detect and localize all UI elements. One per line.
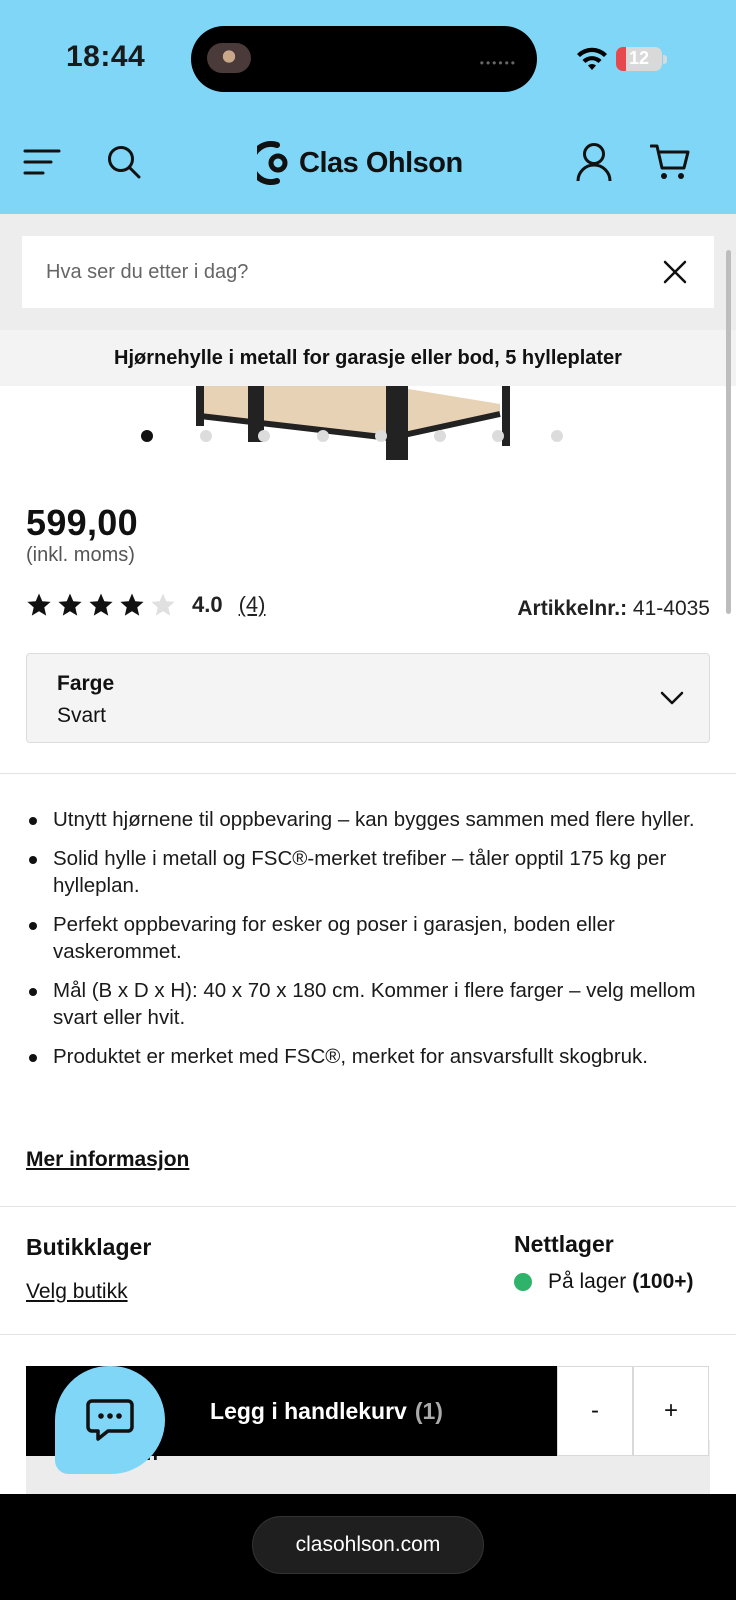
feature-item: Utnytt hjørnene til oppbevaring – kan by… (26, 806, 716, 833)
article-number-label: Artikkelnr.: (517, 597, 628, 620)
brand-logo[interactable]: Clas Ohlson (257, 138, 463, 188)
image-dot[interactable] (258, 430, 270, 442)
search-icon[interactable] (104, 142, 144, 182)
feature-list: Utnytt hjørnene til oppbevaring – kan by… (26, 806, 716, 1082)
cart-icon[interactable] (650, 142, 690, 182)
live-activity-avatar (207, 43, 251, 73)
product-price: 599,00 (26, 502, 138, 543)
article-number: Artikkelnr.: 41-4035 (517, 597, 710, 621)
in-stock-count: (100+) (632, 1270, 694, 1293)
review-count-link[interactable]: (4) (239, 592, 266, 618)
section-divider (0, 1206, 736, 1207)
in-stock-dot-icon (514, 1273, 532, 1291)
image-dot[interactable] (316, 430, 329, 442)
rating-stars (26, 592, 176, 618)
search-bar-area (0, 214, 736, 330)
more-info-link[interactable]: Mer informasjon (26, 1148, 189, 1172)
chevron-down-icon (660, 691, 684, 705)
close-icon[interactable] (660, 257, 690, 287)
logo-mark-icon (257, 141, 288, 185)
star-filled-icon (58, 593, 82, 616)
choose-store-link[interactable]: Velg butikk (26, 1280, 128, 1304)
brand-name: Clas Ohlson (299, 146, 463, 179)
star-filled-icon (89, 593, 113, 616)
decrease-quantity-button[interactable]: - (557, 1366, 633, 1456)
image-dot[interactable] (492, 430, 504, 442)
rating-value: 4.0 (192, 592, 223, 617)
battery-level: 12 (628, 48, 650, 68)
in-stock-text: På lager (548, 1270, 627, 1293)
color-select-value: Svart (57, 704, 107, 727)
store-stock-title: Butikklager (26, 1234, 152, 1260)
cart-quantity: (1) (414, 1397, 443, 1424)
search-input[interactable] (46, 260, 660, 284)
product-rating[interactable]: 4.0 (4) (26, 590, 265, 620)
online-stock-status: På lager (100+) (514, 1270, 694, 1294)
image-pagination[interactable] (0, 428, 736, 444)
image-dot[interactable] (550, 430, 563, 442)
search-box (22, 236, 714, 308)
status-time: 18:44 (66, 40, 146, 73)
browser-bar: clasohlson.com (0, 1494, 736, 1600)
product-image[interactable] (0, 386, 736, 466)
feature-item: Solid hylle i metall og FSC®-merket tref… (26, 845, 716, 899)
color-select-label: Farge (57, 672, 115, 695)
article-number-value: 41-4035 (632, 597, 710, 620)
dynamic-island: •••••• (191, 26, 537, 92)
color-select[interactable]: Farge Svart (26, 653, 710, 743)
image-dot[interactable] (199, 430, 212, 442)
image-dot[interactable] (433, 430, 446, 442)
shelf-image (196, 386, 510, 460)
battery-indicator: 12 (616, 47, 662, 71)
chat-button[interactable] (55, 1366, 165, 1474)
section-divider (0, 773, 736, 774)
feature-item: Perfekt oppbevaring for esker og poser i… (26, 911, 716, 965)
product-title: Hjørnehylle i metall for garasje eller b… (0, 330, 736, 386)
app-header: 18:44 •••••• 12 Clas Ohlson (0, 0, 736, 214)
feature-item: Mål (B x D x H): 40 x 70 x 180 cm. Komme… (26, 977, 716, 1031)
account-icon[interactable] (574, 142, 614, 182)
star-filled-icon (120, 593, 144, 616)
image-dot[interactable] (375, 430, 387, 442)
vat-note: (inkl. moms) (26, 544, 135, 566)
star-empty-icon (151, 593, 175, 616)
wifi-icon (577, 47, 607, 70)
add-to-cart-label: Legg i handlekurv (210, 1397, 407, 1424)
star-filled-icon (27, 593, 51, 616)
island-dots: •••••• (479, 56, 517, 70)
online-stock-title: Nettlager (514, 1231, 614, 1257)
menu-icon[interactable] (22, 142, 62, 182)
browser-url[interactable]: clasohlson.com (252, 1516, 484, 1574)
image-dot[interactable] (141, 430, 153, 442)
chat-icon (86, 1399, 134, 1441)
section-divider (0, 1334, 736, 1335)
page-scrollbar[interactable] (726, 250, 731, 614)
battery-tip (663, 55, 667, 64)
increase-quantity-button[interactable]: + (633, 1366, 709, 1456)
feature-item: Produktet er merket med FSC®, merket for… (26, 1043, 716, 1070)
